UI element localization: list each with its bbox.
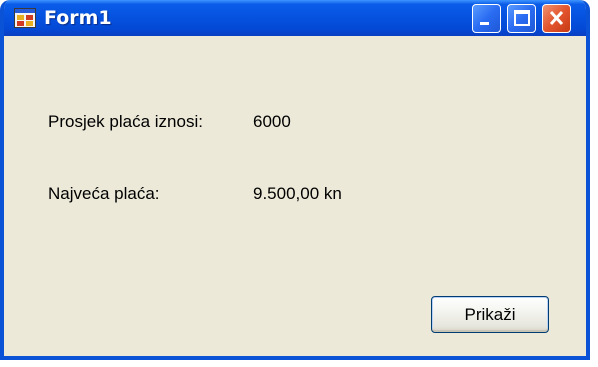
minimize-button[interactable] — [472, 4, 501, 33]
average-salary-value: 6000 — [253, 112, 291, 131]
form1-window: Form1 Prosjek plaća iznosi: 6000 Najveća… — [0, 0, 590, 360]
close-button[interactable] — [542, 4, 571, 33]
title-bar[interactable]: Form1 — [4, 0, 586, 36]
show-button[interactable]: Prikaži — [431, 296, 549, 333]
form-client-area: Prosjek plaća iznosi: 6000 Najveća plaća… — [4, 36, 586, 356]
max-salary-value: 9.500,00 kn — [253, 184, 342, 203]
maximize-button[interactable] — [507, 4, 536, 33]
window-title: Form1 — [44, 7, 112, 29]
minimize-icon — [480, 22, 489, 25]
close-icon — [549, 10, 564, 26]
maximize-icon — [514, 10, 530, 26]
average-salary-caption: Prosjek plaća iznosi: — [48, 112, 203, 131]
form-app-icon — [14, 8, 36, 28]
max-salary-caption: Najveća plaća: — [48, 184, 160, 203]
